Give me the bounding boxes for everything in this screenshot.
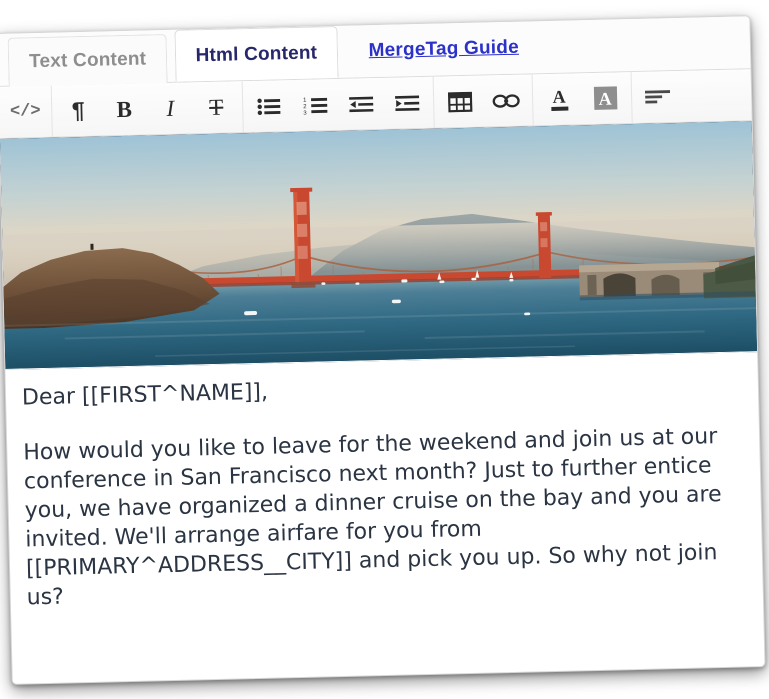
tab-html-content-label: Html Content <box>195 42 318 67</box>
font-color-swatch <box>550 106 568 111</box>
font-color-icon: A <box>550 86 568 111</box>
toolbar-group-lists: 1 2 3 <box>242 76 435 133</box>
numbered-list-icon: 1 2 3 <box>303 96 328 114</box>
highlight-color-icon: A <box>593 86 617 110</box>
code-icon: </> <box>9 101 41 122</box>
toolbar-group-color: A A <box>532 72 633 126</box>
highlight-color-button[interactable]: A <box>582 73 629 124</box>
toolbar-group-inline-format: ¶ B I T <box>51 81 244 137</box>
html-editor-panel: Text Content Html Content MergeTag Guide… <box>0 15 766 685</box>
font-color-button[interactable]: A <box>536 74 583 125</box>
source-code-button[interactable]: </> <box>2 86 49 137</box>
bold-button[interactable]: B <box>101 84 148 135</box>
golden-gate-bridge-image[interactable] <box>0 121 758 370</box>
svg-text:3: 3 <box>303 110 307 114</box>
insert-table-button[interactable] <box>437 76 484 127</box>
numbered-list-button[interactable]: 1 2 3 <box>292 79 339 130</box>
bullet-list-icon <box>257 97 281 116</box>
tab-text-content-label: Text Content <box>28 48 147 73</box>
toolbar-group-source: </> <box>0 85 53 138</box>
tab-text-content[interactable]: Text Content <box>7 33 168 87</box>
svg-text:2: 2 <box>303 104 307 110</box>
link-mergetag-guide[interactable]: MergeTag Guide <box>348 21 539 77</box>
email-body-editor[interactable]: Dear [[FIRST^NAME]], How would you like … <box>5 352 763 623</box>
toolbar-group-align <box>632 71 685 123</box>
highlight-color-letter: A <box>598 88 612 109</box>
screenshot-stage: Text Content Html Content MergeTag Guide… <box>0 0 769 699</box>
svg-text:1: 1 <box>303 97 307 103</box>
outdent-button[interactable] <box>338 78 385 129</box>
italic-icon: I <box>166 95 175 122</box>
body-paragraph: How would you like to leave for the week… <box>23 424 722 611</box>
toolbar-group-insert <box>433 74 534 128</box>
tilted-editor-wrapper: Text Content Html Content MergeTag Guide… <box>0 5 769 696</box>
indent-icon <box>394 94 419 113</box>
link-mergetag-guide-label: MergeTag Guide <box>368 36 520 62</box>
tab-html-content[interactable]: Html Content <box>173 25 339 82</box>
insert-link-button[interactable] <box>483 75 530 126</box>
strikethrough-button[interactable]: T <box>193 82 240 133</box>
align-left-button[interactable] <box>635 71 682 122</box>
font-color-letter: A <box>552 86 566 107</box>
table-icon <box>447 91 473 112</box>
paragraph-button[interactable]: ¶ <box>55 85 102 136</box>
link-icon <box>492 92 520 109</box>
golden-gate-bridge-illustration <box>0 121 758 369</box>
bullet-list-button[interactable] <box>246 81 293 132</box>
italic-button[interactable]: I <box>147 83 194 134</box>
strikethrough-icon: T <box>208 94 224 121</box>
pilcrow-icon: ¶ <box>71 96 85 124</box>
indent-button[interactable] <box>384 77 431 128</box>
bold-icon: B <box>116 96 133 123</box>
greeting-line: Dear [[FIRST^NAME]], <box>21 379 269 411</box>
align-left-icon <box>644 89 671 106</box>
outdent-icon <box>348 95 373 114</box>
